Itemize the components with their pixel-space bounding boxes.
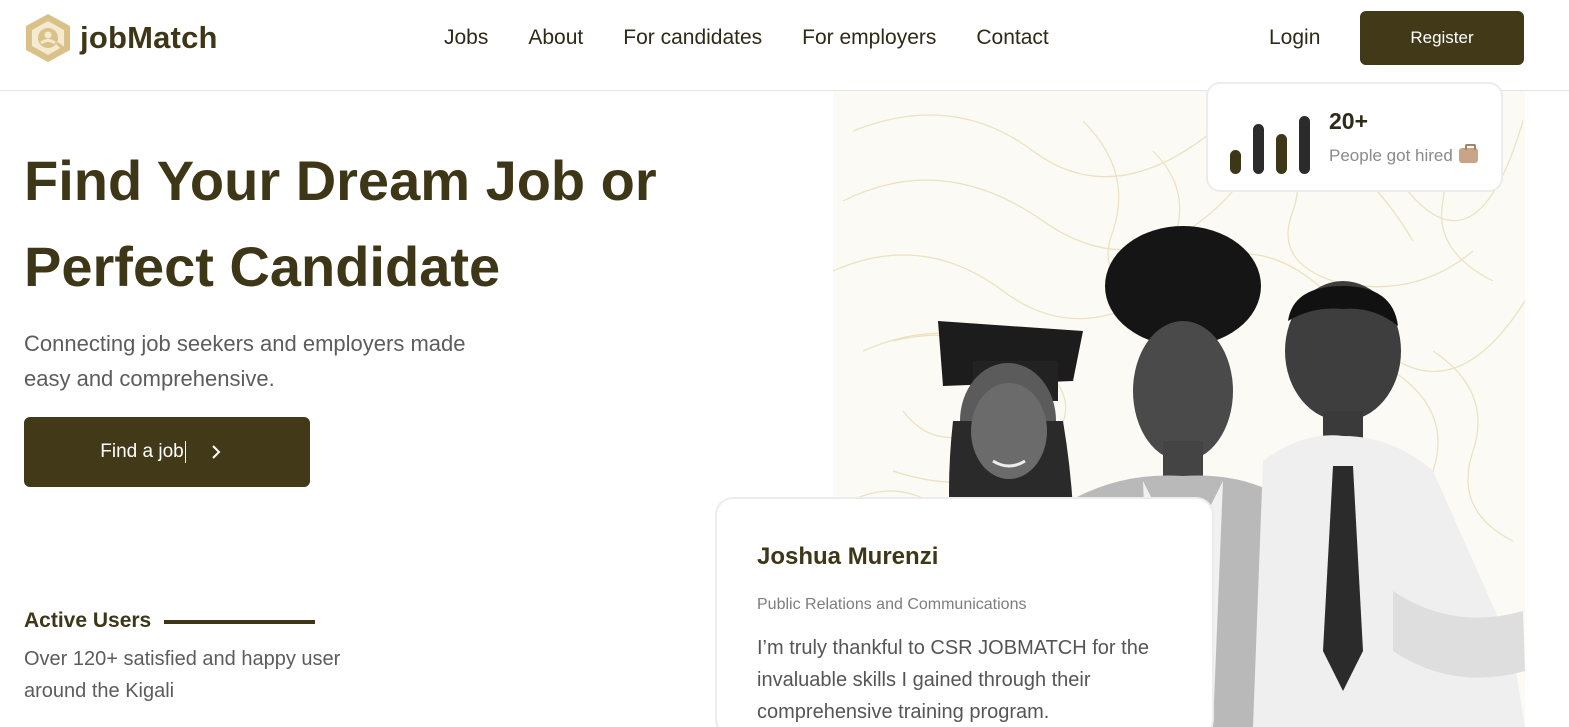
brand-logo[interactable]: jobMatch bbox=[22, 12, 218, 64]
find-job-button[interactable]: Find a job bbox=[24, 417, 310, 487]
logo-icon bbox=[26, 14, 70, 62]
hero-subtitle: Connecting job seekers and employers mad… bbox=[24, 331, 466, 391]
briefcase-icon bbox=[1458, 144, 1478, 163]
nav-jobs[interactable]: Jobs bbox=[444, 24, 488, 52]
bar-chart-icon bbox=[1230, 116, 1310, 174]
testimonial-card: Joshua Murenzi Public Relations and Comm… bbox=[715, 497, 1214, 727]
register-button[interactable]: Register bbox=[1360, 11, 1524, 65]
login-link[interactable]: Login bbox=[1269, 24, 1320, 52]
chevron-right-icon bbox=[212, 445, 221, 459]
testimonial-name: Joshua Murenzi bbox=[757, 543, 939, 570]
person-man bbox=[1253, 281, 1525, 727]
active-users-title: Active Users bbox=[24, 609, 152, 632]
nav-about[interactable]: About bbox=[528, 24, 583, 52]
active-users-description: Over 120+ satisfied and happy user aroun… bbox=[24, 648, 341, 702]
hired-label: People got hired bbox=[1329, 144, 1478, 166]
hired-count: 20+ bbox=[1329, 108, 1369, 134]
hero-title-line-1: Find Your Dream Job or bbox=[24, 149, 657, 212]
testimonial-role: Public Relations and Communications bbox=[757, 596, 1027, 613]
nav-for-employers[interactable]: For employers bbox=[802, 24, 936, 52]
hired-label-text: People got hired bbox=[1329, 146, 1453, 165]
hero-title: Find Your Dream Job or Perfect Candidate bbox=[24, 138, 724, 310]
nav-contact[interactable]: Contact bbox=[976, 24, 1048, 52]
hired-stats-card: 20+ People got hired bbox=[1206, 82, 1503, 192]
brand-name: jobMatch bbox=[80, 20, 218, 55]
find-job-label: Find a job bbox=[100, 441, 184, 462]
nav-for-candidates[interactable]: For candidates bbox=[623, 24, 762, 52]
testimonial-quote: I’m truly thankful to CSR JOBMATCH for t… bbox=[757, 637, 1149, 723]
site-header: jobMatch Jobs About For candidates For e… bbox=[0, 0, 1569, 91]
hero-title-line-2: Perfect Candidate bbox=[24, 235, 501, 298]
text-cursor bbox=[184, 441, 186, 463]
active-users-divider bbox=[164, 620, 315, 624]
main-nav: Jobs About For candidates For employers … bbox=[444, 24, 1089, 52]
